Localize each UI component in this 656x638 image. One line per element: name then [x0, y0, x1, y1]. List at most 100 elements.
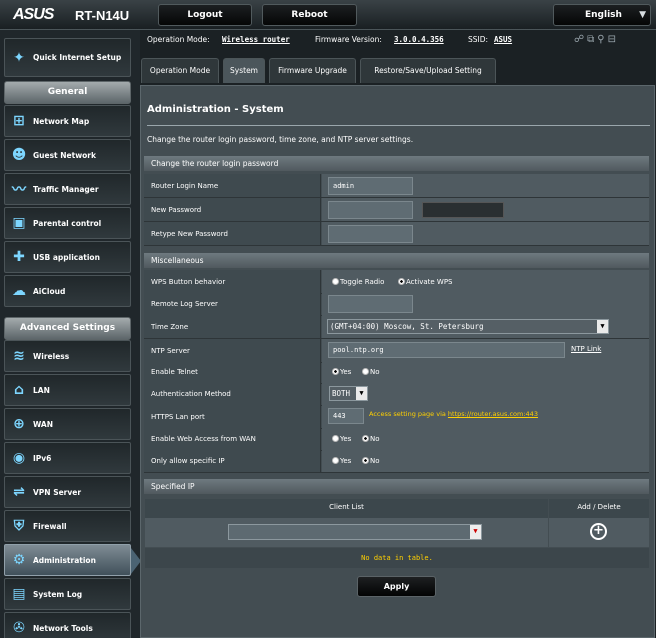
sidebar-item-firewall[interactable]: ⛨ Firewall: [4, 510, 131, 542]
advanced-settings-header: Advanced Settings: [4, 317, 131, 340]
sidebar-item-label: AiCloud: [33, 286, 66, 296]
sidebar-item-traffic-manager[interactable]: 〰 Traffic Manager: [4, 173, 131, 205]
remote-log-input[interactable]: [328, 295, 413, 313]
tools-icon: ✇: [13, 620, 25, 636]
apply-button[interactable]: Apply: [357, 576, 436, 597]
operation-mode-link[interactable]: Wireless router: [222, 35, 290, 44]
sidebar-item-usb-application[interactable]: ✚ USB application: [4, 241, 131, 273]
new-password-input[interactable]: [328, 201, 413, 219]
ssid-label: SSID:: [468, 35, 489, 44]
sidebar-item-lan[interactable]: ⌂ LAN: [4, 374, 131, 406]
sidebar-item-parental-control[interactable]: ▣ Parental control: [4, 207, 131, 239]
https-port-label: HTTPS Lan port: [144, 405, 321, 428]
https-port-input[interactable]: 443: [328, 408, 364, 424]
tab-restore-save-upload[interactable]: Restore/Save/Upload Setting: [360, 58, 496, 83]
clients-icon[interactable]: ⧉: [587, 34, 597, 45]
https-url-link[interactable]: https://router.asus.com:443: [448, 410, 538, 418]
tab-operation-mode[interactable]: Operation Mode: [141, 58, 219, 83]
globe-icon: ⊕: [13, 416, 25, 432]
login-section-header: Change the router login password: [144, 156, 649, 171]
general-header: General: [4, 81, 131, 104]
timezone-row: Time Zone (GMT+04:00) Moscow, St. Peters…: [144, 315, 649, 339]
network-map-icon: ⊞: [13, 113, 25, 129]
radio-label: Yes: [340, 435, 352, 443]
retype-password-input[interactable]: [328, 225, 413, 243]
logout-button[interactable]: Logout: [158, 4, 252, 26]
sidebar-item-network-map[interactable]: ⊞ Network Map: [4, 105, 131, 137]
web-access-wan-row: Enable Web Access from WAN Yes No: [144, 427, 649, 451]
sidebar-item-aicloud[interactable]: ☁ AiCloud: [4, 275, 131, 307]
sidebar-item-ipv6[interactable]: ◉ IPv6: [4, 442, 131, 474]
asus-logo: ASUS: [13, 6, 54, 23]
sidebar-item-wireless[interactable]: ≋ Wireless: [4, 340, 131, 372]
sidebar-item-system-log[interactable]: ▤ System Log: [4, 578, 131, 610]
radio-label: No: [370, 457, 380, 465]
sidebar-item-label: Administration: [33, 555, 96, 565]
auth-method-select[interactable]: BOTH ▼: [329, 386, 368, 401]
client-list-select[interactable]: ▼: [228, 524, 482, 540]
chevron-down-icon: ▼: [597, 320, 608, 333]
radio-button[interactable]: [332, 435, 339, 442]
web-access-wan-label: Enable Web Access from WAN: [144, 427, 321, 450]
top-bar: ASUS RT-N14U Logout Reboot English ▼: [0, 0, 656, 30]
only-specific-ip-row: Only allow specific IP Yes No: [144, 449, 649, 473]
retype-password-label: Retype New Password: [144, 222, 321, 245]
sidebar-item-network-tools[interactable]: ✇ Network Tools: [4, 612, 131, 638]
admin-icon: ⚙: [12, 552, 26, 568]
radio-button[interactable]: [362, 457, 369, 464]
sidebar-item-label: Firewall: [33, 521, 67, 531]
radio-button[interactable]: [362, 368, 369, 375]
sidebar-item-label: Wireless: [33, 351, 70, 361]
radio-label: Yes: [340, 368, 352, 376]
sidebar-item-quick-setup[interactable]: ✦ Quick Internet Setup: [4, 38, 131, 77]
radio-button[interactable]: [332, 457, 339, 464]
radio-button[interactable]: [362, 435, 369, 442]
wifi-icon: ≋: [13, 348, 25, 364]
firmware-link[interactable]: 3.0.0.4.356: [394, 35, 444, 44]
sidebar-item-administration[interactable]: ⚙ Administration: [4, 544, 141, 576]
sidebar-item-vpn-server[interactable]: ⇌ VPN Server: [4, 476, 131, 508]
chevron-down-icon: ▼: [356, 387, 367, 400]
radio-button[interactable]: [332, 368, 339, 375]
radio-label: No: [370, 435, 380, 443]
only-ip-yes-option[interactable]: Yes: [332, 457, 351, 465]
web-wan-yes-option[interactable]: Yes: [332, 435, 351, 443]
ntp-server-input[interactable]: pool.ntp.org: [328, 342, 565, 358]
new-password-label: New Password: [144, 198, 321, 221]
telnet-row: Enable Telnet Yes No: [144, 360, 649, 384]
ntp-label: NTP Server: [144, 339, 321, 362]
empty-table-message: No data in table.: [145, 548, 649, 568]
ntp-link[interactable]: NTP Link: [571, 345, 601, 353]
timezone-select[interactable]: (GMT+04:00) Moscow, St. Petersburg ▼: [327, 319, 609, 334]
ssid-link[interactable]: ASUS: [494, 35, 512, 44]
sidebar-item-guest-network[interactable]: ☻ Guest Network: [4, 139, 131, 171]
radio-label: No: [370, 368, 380, 376]
wps-toggle-radio-option[interactable]: Toggle Radio: [332, 278, 384, 286]
add-icon[interactable]: +: [590, 523, 607, 540]
web-wan-no-option[interactable]: No: [362, 435, 380, 443]
remote-log-label: Remote Log Server: [144, 292, 321, 315]
only-ip-no-option[interactable]: No: [362, 457, 380, 465]
timezone-value: (GMT+04:00) Moscow, St. Petersburg: [330, 322, 484, 331]
wps-activate-option[interactable]: Activate WPS: [398, 278, 453, 286]
sidebar-item-label: IPv6: [33, 453, 52, 463]
operation-mode-label: Operation Mode:: [147, 35, 210, 44]
sidebar-item-wan[interactable]: ⊕ WAN: [4, 408, 131, 440]
tab-system[interactable]: System: [223, 58, 265, 83]
telnet-no-option[interactable]: No: [362, 368, 380, 376]
language-select[interactable]: English ▼: [553, 4, 651, 26]
telnet-yes-option[interactable]: Yes: [332, 368, 351, 376]
printer-icon[interactable]: ⊟: [608, 34, 619, 45]
login-name-input[interactable]: admin: [328, 177, 413, 195]
puzzle-icon: ✚: [13, 249, 25, 265]
usb-icon[interactable]: ⚲: [597, 34, 607, 45]
network-status-icon[interactable]: ☍: [574, 34, 587, 45]
https-port-row: HTTPS Lan port 443 Access setting page v…: [144, 405, 649, 429]
timezone-label: Time Zone: [144, 315, 321, 338]
radio-button[interactable]: [332, 278, 339, 285]
radio-button[interactable]: [398, 278, 405, 285]
tab-firmware-upgrade[interactable]: Firmware Upgrade: [269, 58, 356, 83]
reboot-button[interactable]: Reboot: [262, 4, 357, 26]
traffic-manager-icon: 〰: [12, 182, 26, 198]
firmware-label: Firmware Version:: [315, 35, 382, 44]
